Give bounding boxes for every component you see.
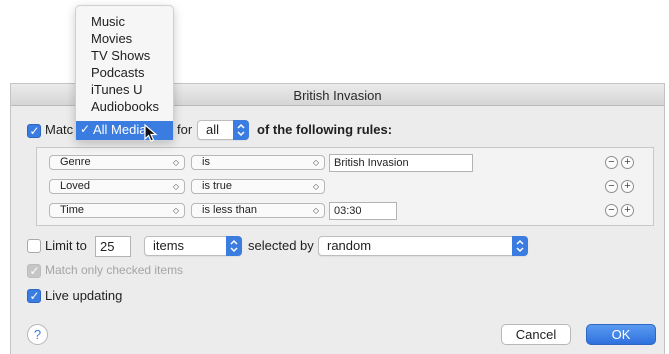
rules-suffix: of the following rules: [257,122,393,137]
remove-rule-button[interactable]: − [605,180,618,193]
live-updating-checkbox[interactable]: ✓ [27,289,41,303]
up-down-chevron-icon: ◇ [172,206,179,215]
match-label: Matc [45,122,74,137]
rule-value-field[interactable]: British Invasion [329,154,473,172]
for-label: for [177,122,193,137]
cancel-button[interactable]: Cancel [501,324,571,345]
live-updating-label: Live updating [45,288,123,303]
rule-field: Loved [60,180,90,192]
rule-operator: is less than [202,204,258,216]
limit-checkbox[interactable] [27,239,41,253]
up-down-chevron-icon: ◇ [312,182,319,191]
limit-unit: items [153,238,185,253]
remove-rule-button[interactable]: − [605,156,618,169]
rule-field-popup[interactable]: Time ◇ [49,203,185,218]
menu-item-music[interactable]: Music [91,14,125,29]
add-rule-button[interactable]: + [621,156,634,169]
checkmark-icon: ✓ [29,289,40,303]
remove-rule-button[interactable]: − [605,204,618,217]
quantifier-popup[interactable]: all [197,120,249,140]
selected-by-popup[interactable]: random [318,236,528,256]
quantifier-value: all [206,122,220,137]
ok-button[interactable]: OK [586,324,656,345]
checkmark-icon: ✓ [80,122,91,136]
menu-item-all-media-label: All Media [93,122,147,137]
match-checkbox[interactable]: ✓ [27,124,41,138]
selected-by-value: random [327,238,372,253]
mouse-pointer-icon [144,124,158,142]
rule-field-popup[interactable]: Loved ◇ [49,179,185,194]
menu-item-tv-shows[interactable]: TV Shows [91,48,150,63]
up-down-chevron-icon [233,120,249,140]
media-kind-menu: Music Movies TV Shows Podcasts iTunes U … [75,5,174,141]
up-down-chevron-icon: ◇ [312,206,319,215]
rule-field: Time [60,204,85,216]
rule-operator: is true [202,180,232,192]
up-down-chevron-icon [512,236,528,256]
up-down-chevron-icon: ◇ [172,158,179,167]
rule-value-field[interactable]: 03:30 [329,202,397,220]
selected-by-label: selected by [248,238,314,253]
question-icon: ? [33,327,42,342]
add-rule-button[interactable]: + [621,180,634,193]
rules-list: Genre ◇ is ◇ British Invasion − + Loved … [36,147,654,226]
menu-item-all-media[interactable]: ✓ All Media [76,121,173,140]
menu-item-audiobooks[interactable]: Audiobooks [91,99,159,114]
rule-operator-popup[interactable]: is true ◇ [191,179,325,194]
rule-operator: is [202,156,210,168]
limit-unit-popup[interactable]: items [144,236,242,256]
match-checked-label: Match only checked items [45,263,184,277]
up-down-chevron-icon: ◇ [172,182,179,191]
help-button[interactable]: ? [27,324,48,345]
rule-operator-popup[interactable]: is less than ◇ [191,203,325,218]
checkmark-icon: ✓ [29,264,40,278]
rule-field: Genre [60,156,91,168]
limit-amount-field[interactable]: 25 [95,236,131,257]
menu-item-itunes-u[interactable]: iTunes U [91,82,143,97]
match-checked-checkbox: ✓ [27,264,41,278]
rule-operator-popup[interactable]: is ◇ [191,155,325,170]
up-down-chevron-icon: ◇ [312,158,319,167]
add-rule-button[interactable]: + [621,204,634,217]
up-down-chevron-icon [226,236,242,256]
rule-field-popup[interactable]: Genre ◇ [49,155,185,170]
checkmark-icon: ✓ [29,124,40,138]
menu-item-podcasts[interactable]: Podcasts [91,65,144,80]
menu-item-movies[interactable]: Movies [91,31,132,46]
limit-label: Limit to [45,238,87,253]
